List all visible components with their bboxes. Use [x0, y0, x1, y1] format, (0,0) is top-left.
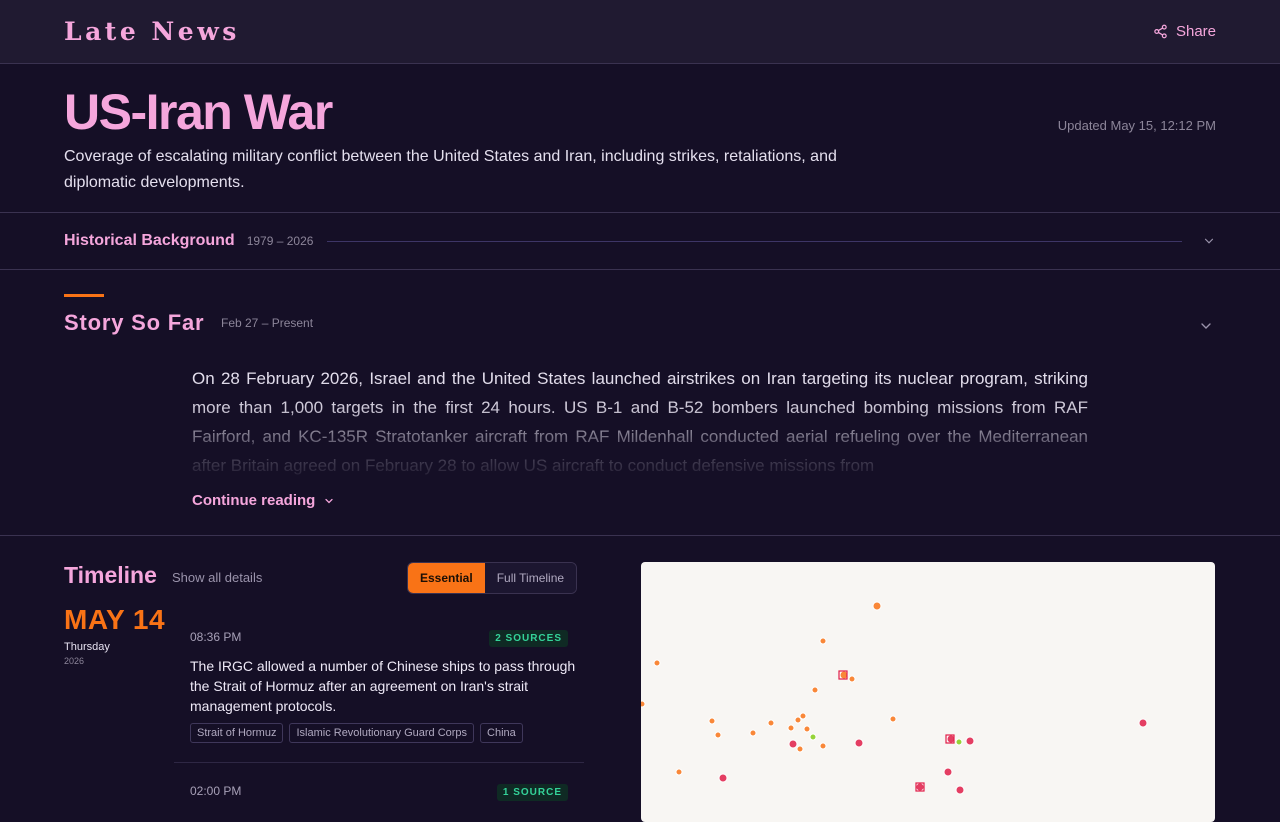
share-label: Share	[1175, 23, 1216, 40]
map-marker[interactable]	[1138, 718, 1148, 728]
chevron-down-icon[interactable]	[1198, 318, 1214, 334]
sources-badge[interactable]: 1 SOURCE	[496, 784, 568, 801]
map-marker[interactable]	[803, 725, 811, 733]
date-heading: MAY 14	[64, 604, 166, 635]
event-time: 08:36 PM	[190, 630, 242, 644]
story-text-container: On 28 February 2026, Israel and the Unit…	[192, 364, 1088, 476]
map-marker[interactable]	[796, 745, 804, 753]
tab-full-timeline[interactable]: Full Timeline	[484, 563, 577, 593]
sources-badge[interactable]: 2 SOURCES	[489, 630, 568, 647]
map-marker[interactable]	[675, 768, 683, 776]
map-marker[interactable]	[915, 782, 925, 792]
chevron-down-icon	[325, 498, 333, 503]
story-so-far-section: Story So Far Feb 27 – Present On 28 Febr…	[0, 270, 1280, 536]
tab-essential[interactable]: Essential	[408, 563, 485, 593]
map-marker[interactable]	[819, 637, 827, 645]
divider-line	[327, 240, 1182, 242]
event-time: 02:00 PM	[190, 784, 242, 798]
share-icon	[1154, 24, 1167, 39]
tag-strait-of-hormuz[interactable]: Strait of Hormuz	[190, 723, 284, 743]
date-year: 2026	[64, 656, 85, 666]
timeline-view-toggle: Essential Full Timeline	[407, 562, 578, 594]
map-marker[interactable]	[848, 675, 856, 683]
map-marker[interactable]	[811, 686, 819, 694]
story-text: On 28 February 2026, Israel and the Unit…	[192, 369, 1088, 475]
map-marker[interactable]	[788, 739, 798, 749]
updated-timestamp: Updated May 15, 12:12 PM	[1057, 118, 1216, 133]
continue-reading-button[interactable]: Continue reading	[192, 492, 335, 509]
share-button[interactable]: Share	[1153, 23, 1216, 40]
map-marker[interactable]	[965, 736, 975, 746]
page-title: US-Iran War	[64, 84, 333, 140]
date-weekday: Thursday	[64, 641, 110, 653]
map-marker[interactable]	[787, 724, 795, 732]
event-divider	[174, 762, 584, 763]
show-all-details-link[interactable]: Show all details	[172, 570, 262, 585]
tag-irgc[interactable]: Islamic Revolutionary Guard Corps	[289, 723, 475, 743]
map-marker[interactable]	[819, 742, 827, 750]
historical-background-toggle[interactable]: Historical Background 1979 – 2026	[0, 213, 1280, 270]
map-marker[interactable]	[854, 738, 864, 748]
map-marker[interactable]	[641, 700, 646, 708]
map-marker[interactable]	[749, 729, 757, 737]
timeline-section: Timeline Show all details Essential Full…	[0, 536, 1280, 822]
map-marker[interactable]	[767, 719, 775, 727]
map-marker[interactable]	[799, 712, 807, 720]
continue-reading-label: Continue reading	[192, 492, 316, 509]
map-marker[interactable]	[889, 715, 897, 723]
map-markers	[641, 601, 1148, 795]
hero-section: US-Iran War Updated May 15, 12:12 PM Cov…	[0, 64, 1280, 213]
site-logo[interactable]: Late News	[64, 17, 240, 46]
event-text: The IRGC allowed a number of Chinese shi…	[190, 658, 576, 714]
map-marker[interactable]	[872, 601, 882, 611]
story-range: Feb 27 – Present	[221, 316, 314, 330]
historical-background-title: Historical Background	[64, 232, 235, 249]
map-marker[interactable]	[708, 717, 716, 725]
tag-china[interactable]: China	[480, 723, 523, 743]
page-description: Coverage of escalating military conflict…	[64, 148, 837, 191]
event-map[interactable]	[641, 562, 1215, 822]
event-tags: Strait of Hormuz Islamic Revolutionary G…	[190, 723, 523, 743]
map-marker[interactable]	[653, 659, 661, 667]
map-marker[interactable]	[809, 733, 817, 741]
story-title: Story So Far	[64, 310, 205, 335]
map-marker[interactable]	[955, 738, 963, 746]
historical-background-range: 1979 – 2026	[246, 234, 314, 248]
map-marker[interactable]	[718, 773, 728, 783]
chevron-down-icon	[1204, 238, 1214, 244]
top-bar: Late News Share	[0, 0, 1280, 64]
map-marker[interactable]	[714, 731, 722, 739]
map-marker[interactable]	[943, 767, 953, 777]
map-marker[interactable]	[955, 785, 965, 795]
timeline-title: Timeline	[64, 562, 157, 588]
section-accent-bar	[64, 294, 104, 297]
